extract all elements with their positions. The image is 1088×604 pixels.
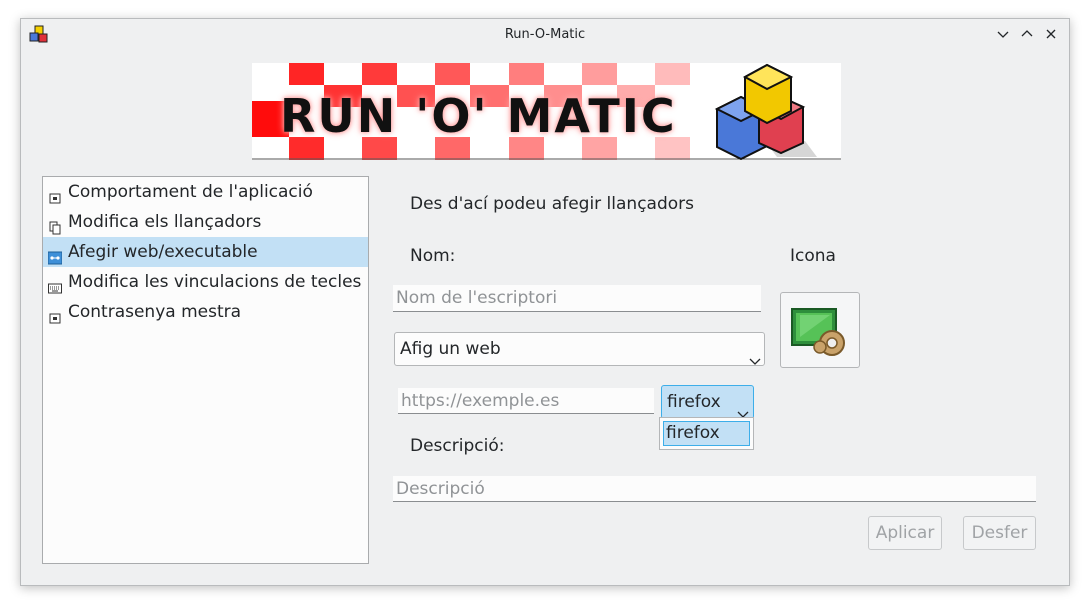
sidebar-item-app-behaviour[interactable]: Comportament de l'aplicació [43, 177, 368, 207]
window-title: Run-O-Matic [504, 27, 586, 42]
sidebar-item-label: Afegir web/executable [68, 242, 258, 262]
app-window: Run-O-Matic RUN 'O' MATIC Comportament d… [20, 18, 1070, 586]
sidebar-list[interactable]: Comportament de l'aplicació Modifica els… [42, 176, 369, 564]
sidebar-item-label: Modifica les vinculacions de tecles [68, 272, 362, 292]
copy-icon [48, 215, 62, 235]
intro-text: Des d'ací podeu afegir llançadors [410, 194, 694, 214]
chevron-down-icon [749, 345, 761, 365]
launcher-type-select[interactable]: Afig un web [394, 332, 765, 366]
launcher-type-value: Afig un web [400, 339, 501, 359]
close-button[interactable] [1043, 26, 1059, 42]
network-icon [47, 245, 63, 265]
sidebar-item-label: Modifica els llançadors [68, 212, 262, 232]
browser-dropdown-list: firefox [659, 417, 754, 450]
browser-option-firefox[interactable]: firefox [663, 421, 750, 446]
url-input[interactable]: https://exemple.es [398, 388, 654, 414]
settings-window-icon [48, 185, 62, 204]
banner-title: RUN 'O' MATIC [280, 89, 677, 143]
undo-button[interactable]: Desfer [963, 516, 1036, 550]
sidebar-item-keybindings[interactable]: Modifica les vinculacions de tecles [43, 267, 368, 297]
password-window-icon [48, 305, 62, 324]
chevron-down-icon [737, 398, 749, 418]
close-icon [1046, 29, 1056, 39]
sidebar-item-label: Contrasenya mestra [68, 302, 242, 322]
chevron-up-icon [1021, 30, 1033, 37]
icon-picker-button[interactable] [780, 292, 860, 368]
browser-select-value: firefox [667, 392, 721, 412]
title-bar[interactable]: Run-O-Matic [21, 19, 1069, 51]
browser-select[interactable]: firefox [661, 385, 754, 419]
banner-logo: RUN 'O' MATIC [252, 63, 841, 160]
keyboard-icon [48, 275, 62, 294]
sidebar-item-add-web[interactable]: Afegir web/executable [43, 237, 368, 267]
apply-button[interactable]: Aplicar [868, 516, 942, 550]
sidebar-item-edit-launchers[interactable]: Modifica els llançadors [43, 207, 368, 237]
minimize-button[interactable] [995, 26, 1011, 42]
maximize-button[interactable] [1019, 26, 1035, 42]
description-label: Descripció: [410, 436, 505, 456]
chevron-down-icon [997, 31, 1009, 38]
sidebar-item-master-password[interactable]: Contrasenya mestra [43, 297, 368, 327]
description-input[interactable]: Descripció [393, 476, 1036, 502]
executable-icon [791, 308, 845, 356]
sidebar-item-label: Comportament de l'aplicació [68, 182, 313, 202]
icon-label: Icona [790, 246, 836, 266]
desktop-name-input[interactable]: Nom de l'escriptori [393, 285, 761, 312]
name-label: Nom: [410, 246, 456, 266]
